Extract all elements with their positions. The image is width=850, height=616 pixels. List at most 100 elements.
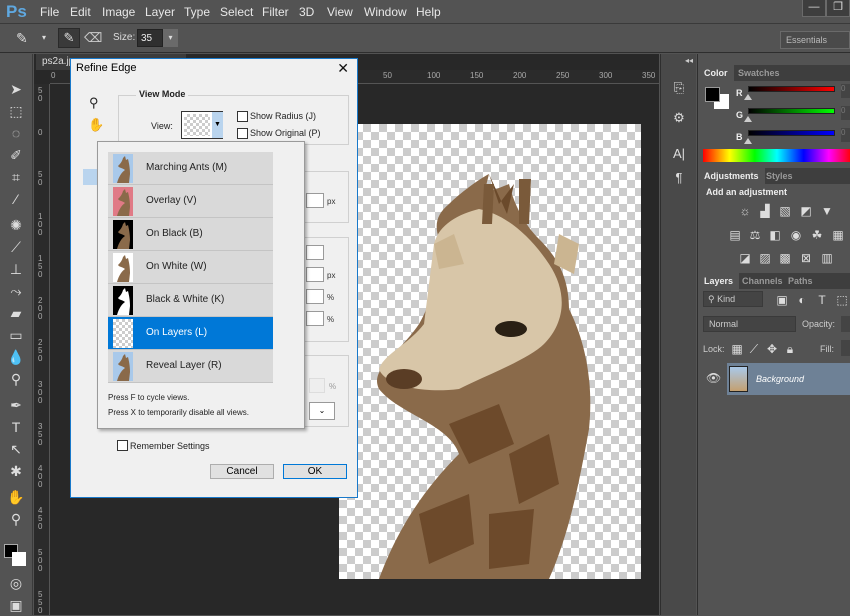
minimize-button[interactable]: — [802, 0, 826, 17]
curves-icon[interactable]: ▧ [778, 205, 792, 217]
clone-stamp-tool-icon[interactable]: ⊥ [4, 258, 28, 280]
layer-name[interactable]: Background [756, 374, 804, 384]
blue-slider-thumb[interactable] [744, 138, 752, 144]
ok-button[interactable]: OK [283, 464, 347, 479]
fill-input[interactable] [841, 340, 850, 356]
foreground-color-chip[interactable] [705, 87, 720, 102]
filter-type-icon[interactable]: T [815, 294, 829, 306]
view-option-marching-ants[interactable]: Marching Ants (M) [108, 152, 273, 185]
feather-input[interactable] [306, 267, 324, 282]
erase-refinements-icon[interactable]: ⌫ [84, 30, 102, 46]
gradient-map-icon[interactable]: ▥ [820, 252, 834, 264]
tab-adjustments[interactable]: Adjustments [698, 168, 765, 184]
hand-tool-icon[interactable]: ✋ [88, 117, 104, 133]
hand-tool-icon[interactable]: ✋ [4, 486, 28, 508]
menu-help[interactable]: Help [416, 5, 441, 19]
menu-edit[interactable]: Edit [70, 5, 91, 19]
type-tool-icon[interactable]: T [4, 416, 28, 438]
posterize-icon[interactable]: ▨ [758, 252, 772, 264]
image-canvas[interactable] [339, 124, 641, 579]
view-option-on-white[interactable]: On White (W) [108, 251, 273, 284]
screen-mode-icon[interactable]: ▣ [4, 594, 28, 616]
menu-select[interactable]: Select [220, 5, 253, 19]
healing-brush-tool-icon[interactable]: ✺ [4, 214, 28, 236]
color-spectrum-bar[interactable] [703, 149, 850, 162]
blend-mode-select[interactable]: Normal [703, 316, 796, 332]
filter-shape-icon[interactable]: ⬚ [835, 294, 849, 306]
quick-selection-tool-icon[interactable]: ✐ [4, 144, 28, 166]
menu-image[interactable]: Image [102, 5, 135, 19]
radius-input[interactable] [306, 193, 324, 208]
exposure-icon[interactable]: ◩ [799, 205, 813, 217]
tab-layers[interactable]: Layers [698, 273, 740, 289]
filter-pixel-icon[interactable]: ▣ [775, 294, 789, 306]
zoom-tool-icon[interactable]: ⚲ [89, 95, 99, 111]
view-option-reveal-layer[interactable]: Reveal Layer (R) [108, 350, 273, 383]
view-option-on-layers[interactable]: On Layers (L) [108, 317, 273, 350]
levels-icon[interactable]: ▟ [758, 205, 772, 217]
layer-row[interactable]: 👁︎ Background [698, 363, 850, 395]
menu-type[interactable]: Type [184, 5, 210, 19]
green-slider[interactable] [748, 108, 835, 114]
pen-tool-icon[interactable]: ✒ [4, 394, 28, 416]
smooth-input[interactable] [306, 245, 324, 260]
show-original-checkbox[interactable] [237, 128, 248, 139]
green-slider-thumb[interactable] [744, 116, 752, 122]
menu-filter[interactable]: Filter [262, 5, 289, 19]
color-balance-icon[interactable]: ⚖ [748, 229, 762, 241]
opacity-input[interactable] [841, 316, 850, 332]
lock-image-icon[interactable]: ⟋ [747, 343, 761, 355]
size-dropdown-button[interactable]: ▾ [163, 29, 178, 47]
tool-preset-dropdown[interactable]: ▾ [42, 33, 46, 42]
show-radius-checkbox[interactable] [237, 111, 248, 122]
photo-filter-icon[interactable]: ◉ [789, 229, 803, 241]
zoom-tool-icon[interactable]: ⚲ [4, 508, 28, 530]
view-mode-dropdown[interactable]: ▼ [181, 111, 223, 139]
channel-mixer-icon[interactable]: ☘ [810, 229, 824, 241]
refine-radius-tool-icon[interactable]: ✎ [16, 30, 28, 47]
eraser-tool-icon[interactable]: ▰ [4, 302, 28, 324]
tab-swatches[interactable]: Swatches [732, 65, 786, 81]
hue-saturation-icon[interactable]: ▤ [728, 229, 742, 241]
filter-adjustment-icon[interactable]: ◐ [795, 294, 809, 306]
tab-color[interactable]: Color [698, 65, 734, 81]
workspace-switcher[interactable]: Essentials [780, 31, 850, 49]
close-dialog-button[interactable]: ✕ [337, 60, 349, 77]
path-selection-tool-icon[interactable]: ↖ [4, 438, 28, 460]
history-brush-tool-icon[interactable]: ⤳ [4, 280, 28, 302]
tab-channels[interactable]: Channels [736, 273, 789, 289]
red-value[interactable]: 0 [841, 84, 850, 98]
paragraph-panel-icon[interactable]: ¶ [665, 166, 693, 190]
menu-layer[interactable]: Layer [145, 5, 175, 19]
dodge-tool-icon[interactable]: ⚲ [4, 368, 28, 390]
properties-panel-icon[interactable]: ⚙ [665, 106, 693, 130]
restore-button[interactable]: ❐ [826, 0, 850, 17]
view-option-black-white[interactable]: Black & White (K) [108, 284, 273, 317]
view-option-overlay[interactable]: Overlay (V) [108, 185, 273, 218]
blur-tool-icon[interactable]: 💧 [4, 346, 28, 368]
threshold-icon[interactable]: ▩ [778, 252, 792, 264]
output-to-select[interactable]: ⌄ [309, 402, 335, 420]
lock-transparent-icon[interactable]: ▦ [730, 343, 744, 355]
quick-mask-icon[interactable]: ◎ [4, 572, 28, 594]
cancel-button[interactable]: Cancel [210, 464, 274, 479]
gradient-tool-icon[interactable]: ▭ [4, 324, 28, 346]
eyedropper-tool-icon[interactable]: ⁄ [4, 188, 28, 210]
black-white-icon[interactable]: ◧ [768, 229, 782, 241]
refine-radius-brush-icon[interactable]: ✎ [58, 28, 80, 48]
contrast-input[interactable] [306, 289, 324, 304]
background-color-swatch[interactable] [12, 552, 26, 566]
move-tool-icon[interactable]: ➤ [4, 78, 28, 100]
green-value[interactable]: 0 [841, 106, 850, 120]
tab-styles[interactable]: Styles [760, 168, 799, 184]
view-option-on-black[interactable]: On Black (B) [108, 218, 273, 251]
color-lookup-icon[interactable]: ▦ [831, 229, 845, 241]
blue-slider[interactable] [748, 130, 835, 136]
brightness-contrast-icon[interactable]: ☼ [738, 205, 752, 217]
lock-position-icon[interactable]: ✥ [765, 343, 779, 355]
visibility-eye-icon[interactable]: 👁︎ [706, 371, 721, 385]
size-input[interactable]: 35 [137, 29, 163, 47]
red-slider-thumb[interactable] [744, 94, 752, 100]
selective-color-icon[interactable]: ⊠ [799, 252, 813, 264]
menu-file[interactable]: File [40, 5, 59, 19]
